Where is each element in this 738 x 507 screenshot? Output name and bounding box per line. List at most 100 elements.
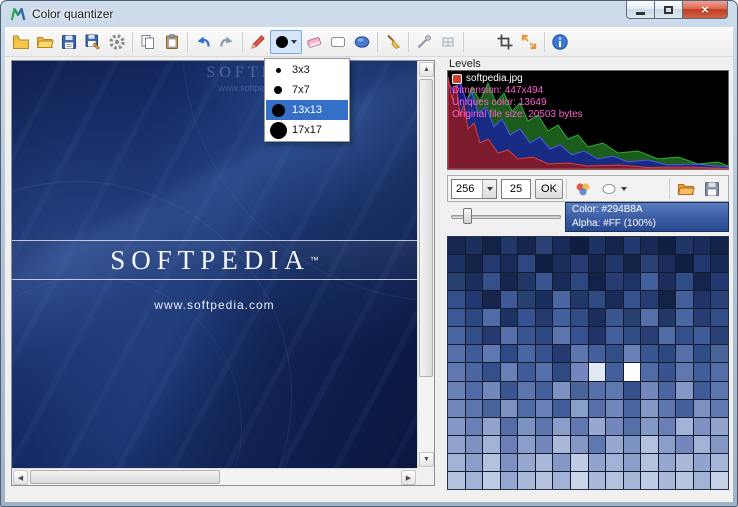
palette-swatch[interactable]: [623, 363, 641, 381]
palette-swatch[interactable]: [483, 435, 500, 453]
palette-swatch[interactable]: [676, 471, 693, 489]
slider-thumb[interactable]: [463, 208, 472, 224]
palette-swatch[interactable]: [483, 471, 500, 489]
palette-swatch[interactable]: [570, 417, 588, 435]
palette-swatch[interactable]: [641, 309, 658, 327]
palette-swatch[interactable]: [518, 327, 535, 345]
palette-swatch[interactable]: [623, 327, 641, 345]
palette-swatch[interactable]: [588, 363, 606, 381]
palette-swatch[interactable]: [676, 273, 693, 291]
palette-swatch[interactable]: [588, 435, 606, 453]
palette-swatch[interactable]: [483, 237, 500, 255]
palette-swatch[interactable]: [676, 363, 693, 381]
palette-swatch[interactable]: [711, 345, 728, 363]
palette-swatch[interactable]: [711, 435, 728, 453]
palette-swatch[interactable]: [623, 345, 641, 363]
palette-swatch[interactable]: [448, 237, 465, 255]
wand-button[interactable]: [412, 30, 436, 54]
palette-swatch[interactable]: [641, 255, 658, 273]
palette-swatch[interactable]: [623, 453, 641, 471]
palette-swatch[interactable]: [693, 345, 711, 363]
palette-swatch[interactable]: [606, 291, 623, 309]
palette-swatch[interactable]: [535, 381, 553, 399]
palette-swatch[interactable]: [711, 381, 728, 399]
palette-swatch[interactable]: [500, 291, 518, 309]
palette-swatch[interactable]: [535, 309, 553, 327]
palette-swatch[interactable]: [535, 291, 553, 309]
brush-size-option[interactable]: 13x13: [266, 100, 348, 120]
palette-swatch[interactable]: [711, 363, 728, 381]
palette-swatch[interactable]: [553, 471, 570, 489]
palette-swatch[interactable]: [711, 291, 728, 309]
palette-swatch[interactable]: [623, 399, 641, 417]
palette-swatch[interactable]: [623, 435, 641, 453]
palette-swatch[interactable]: [641, 327, 658, 345]
palette-swatch[interactable]: [518, 363, 535, 381]
palette-swatch[interactable]: [465, 453, 483, 471]
palette-swatch[interactable]: [588, 291, 606, 309]
palette-swatch[interactable]: [500, 327, 518, 345]
palette-swatch[interactable]: [693, 273, 711, 291]
palette-swatch[interactable]: [658, 327, 676, 345]
palette-swatch[interactable]: [623, 417, 641, 435]
palette-swatch[interactable]: [588, 273, 606, 291]
palette-swatch[interactable]: [500, 363, 518, 381]
palette-swatch[interactable]: [570, 345, 588, 363]
palette-swatch[interactable]: [588, 237, 606, 255]
palette-swatch[interactable]: [448, 399, 465, 417]
scroll-up-button[interactable]: ▲: [419, 62, 434, 77]
palette-swatch[interactable]: [553, 399, 570, 417]
palette-swatch[interactable]: [448, 435, 465, 453]
palette-swatch[interactable]: [693, 435, 711, 453]
palette-swatch[interactable]: [570, 453, 588, 471]
palette-swatch[interactable]: [658, 435, 676, 453]
palette-swatch[interactable]: [676, 417, 693, 435]
palette-swatch[interactable]: [570, 327, 588, 345]
palette-swatch[interactable]: [518, 309, 535, 327]
palette-swatch[interactable]: [588, 453, 606, 471]
palette-swatch[interactable]: [500, 435, 518, 453]
palette-swatch[interactable]: [535, 417, 553, 435]
palette-swatch[interactable]: [693, 453, 711, 471]
palette-swatch[interactable]: [676, 381, 693, 399]
palette-swatch[interactable]: [641, 417, 658, 435]
new-image-button[interactable]: [9, 30, 33, 54]
palette-swatch[interactable]: [693, 309, 711, 327]
palette-swatch[interactable]: [693, 363, 711, 381]
palette-swatch[interactable]: [676, 435, 693, 453]
palette-swatch[interactable]: [553, 291, 570, 309]
palette-swatch[interactable]: [518, 453, 535, 471]
palette-swatch[interactable]: [518, 345, 535, 363]
palette-swatch[interactable]: [448, 363, 465, 381]
crop-button[interactable]: [493, 30, 517, 54]
palette-swatch[interactable]: [500, 381, 518, 399]
palette-swatch[interactable]: [623, 381, 641, 399]
palette-swatch[interactable]: [518, 471, 535, 489]
palette-swatch[interactable]: [448, 381, 465, 399]
image-preview[interactable]: SOFTPEDIA www.softpedia.com SOFTPEDIA™ w…: [12, 61, 417, 468]
palette-swatch[interactable]: [676, 309, 693, 327]
minimize-button[interactable]: [626, 1, 655, 19]
palette-swatch[interactable]: [606, 399, 623, 417]
palette-swatch[interactable]: [518, 237, 535, 255]
palette-swatch[interactable]: [483, 399, 500, 417]
palette-swatch[interactable]: [711, 327, 728, 345]
palette-swatch[interactable]: [570, 291, 588, 309]
paste-button[interactable]: [160, 30, 184, 54]
palette-swatch[interactable]: [535, 471, 553, 489]
palette-swatch[interactable]: [448, 291, 465, 309]
palette-swatch[interactable]: [606, 435, 623, 453]
save-button[interactable]: [57, 30, 81, 54]
dither-shape-button[interactable]: [596, 178, 630, 200]
palette-swatch[interactable]: [676, 453, 693, 471]
palette-swatch[interactable]: [500, 417, 518, 435]
palette-swatch[interactable]: [570, 309, 588, 327]
palette-swatch[interactable]: [641, 399, 658, 417]
combo-arrow[interactable]: [482, 179, 496, 198]
clean-button[interactable]: [381, 30, 405, 54]
ellipse-tool-button[interactable]: [350, 30, 374, 54]
palette-swatch[interactable]: [553, 453, 570, 471]
palette-swatch[interactable]: [483, 453, 500, 471]
palette-swatch[interactable]: [658, 291, 676, 309]
palette-swatch[interactable]: [693, 327, 711, 345]
